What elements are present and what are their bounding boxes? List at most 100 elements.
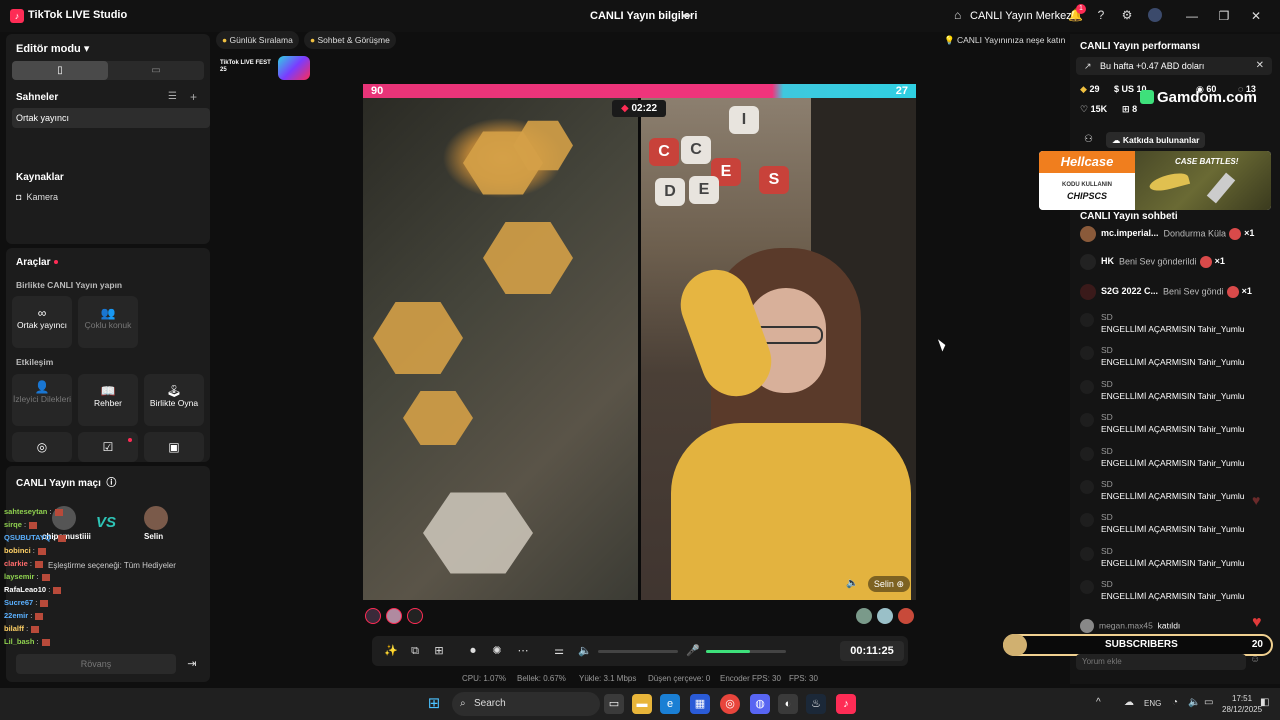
chat-username[interactable]: RafaLeao10 [4,585,46,594]
chat-username[interactable]: bobinci [4,546,31,555]
target-tool-button[interactable]: ◎ [12,432,72,462]
message-username[interactable]: SD [1101,446,1113,456]
speaker-icon[interactable]: 🔈 [846,578,860,592]
avatar[interactable] [1080,446,1094,461]
message-username[interactable]: SD [1101,579,1113,589]
language-indicator[interactable]: ENG [1144,699,1161,708]
avatar[interactable] [1080,346,1094,361]
clock-date[interactable]: 28/12/2025 [1222,705,1262,714]
supporter-avatar[interactable] [407,608,423,624]
minimize-button[interactable]: — [1182,6,1202,26]
wifi-icon[interactable]: ◔ [1172,697,1178,708]
landscape-mode-button[interactable]: ▭ [108,61,204,80]
message-username[interactable]: SD [1101,345,1113,355]
multi-guest-button[interactable]: 👥 Çoklu konuk [78,296,138,348]
box-tool-button[interactable]: ▣ [144,432,204,462]
chat-meet-pill[interactable]: ● Sohbet & Görüşme [304,31,396,49]
live-tip-pill[interactable]: 💡 CANLI Yayınınıza neşe katın [938,31,1071,49]
avatar[interactable] [1080,580,1094,595]
chat-username[interactable]: 22emir [4,611,28,620]
discord-icon[interactable]: ◍ [750,694,770,714]
steam-icon[interactable]: ♨ [806,694,826,714]
avatar[interactable] [1080,254,1096,270]
avatar[interactable] [1080,480,1094,494]
message-username[interactable]: SD [1101,512,1113,522]
source-camera[interactable]: ◘ Kamera [16,192,58,202]
avatar[interactable] [1080,313,1094,327]
chat-username[interactable]: laysemir [4,572,34,581]
volume-slider[interactable] [598,650,678,653]
settings-sliders-icon[interactable]: ⚌ [552,644,566,658]
editor-mode-dropdown[interactable]: Editör modu ▾ [16,42,89,55]
mic-level-slider[interactable] [706,650,786,653]
effects-icon[interactable]: ✺ [490,644,504,658]
gift-sender[interactable]: S2G 2022 C... [1101,286,1158,296]
windows-start-icon[interactable]: ⊞ [426,696,442,712]
daily-ranking-pill[interactable]: ● Günlük Sıralama [216,31,299,49]
supporter-avatar[interactable] [856,608,872,624]
supporter-avatar[interactable] [365,608,381,624]
edge-browser-icon[interactable]: e [660,694,680,714]
supporter-avatar[interactable] [386,608,402,624]
magic-wand-icon[interactable]: ✨ [384,644,398,658]
rematch-button[interactable]: Rövanş [16,654,176,674]
avatar[interactable] [1080,546,1094,561]
share-icon[interactable]: ➦ [682,9,694,22]
more-icon[interactable]: ⋯ [516,644,530,658]
user-add-icon[interactable]: ⚇ [1084,134,1093,145]
tray-app-icon[interactable]: ☁ [1124,697,1134,708]
avatar[interactable] [1080,284,1096,300]
avatar[interactable] [1080,226,1096,242]
portrait-mode-button[interactable]: ▯ [12,61,108,80]
message-username[interactable]: SD [1101,546,1113,556]
emoji-icon[interactable]: ☺ [1250,654,1260,665]
message-username[interactable]: SD [1101,312,1113,322]
message-username[interactable]: SD [1101,479,1113,489]
gift-sender[interactable]: HK [1101,256,1114,266]
help-icon[interactable]: ? [1094,8,1108,22]
guide-button[interactable]: 📖 Rehber [78,374,138,426]
settings-gear-icon[interactable]: ⚙ [1120,8,1134,22]
message-username[interactable]: SD [1101,379,1113,389]
add-scene-icon[interactable]: ⊞ [432,644,446,658]
chat-username[interactable]: sirqe [4,520,22,529]
taskbar-search[interactable]: ⌕ Search [452,692,600,716]
checklist-tool-button[interactable]: ☑ [78,432,138,462]
notification-icon[interactable]: ◧ [1260,697,1269,708]
supporter-avatar[interactable] [877,608,893,624]
play-together-button[interactable]: 🕹 Birlikte Oyna [144,374,204,426]
app-icon[interactable]: ◐ [778,694,798,714]
chat-username[interactable]: QSUBUTAYQ [4,533,51,542]
chevron-up-icon[interactable]: ^ [1096,697,1101,708]
add-scene-icon[interactable]: + [190,90,197,104]
guest-name-badge[interactable]: Selin ⊕ [867,576,910,592]
co-host-button[interactable]: ∞ Ortak yayıncı [12,296,72,348]
chrome-icon[interactable]: ◎ [720,694,740,714]
clock-time[interactable]: 17:51 [1232,694,1252,703]
microphone-icon[interactable]: 🎤 [686,644,700,658]
list-icon[interactable]: ☰ [168,91,177,102]
chat-username[interactable]: bilalff [4,624,24,633]
contributors-button[interactable]: ☁ Katkıda bulunanlar [1106,132,1206,148]
home-icon[interactable]: ⌂ [954,8,968,22]
close-icon[interactable]: ✕ [1256,57,1264,75]
maximize-button[interactable]: ❐ [1214,6,1234,26]
message-username[interactable]: SD [1101,412,1113,422]
battery-icon[interactable]: ▭ [1204,697,1213,708]
store-icon[interactable]: ▦ [690,694,710,714]
close-window-button[interactable]: ✕ [1246,6,1266,26]
comment-input[interactable]: Yorum ekle [1076,654,1246,670]
help-icon[interactable]: ⓘ [106,478,116,489]
record-icon[interactable]: ⏺ [466,644,480,658]
gift-sender[interactable]: mc.imperial... [1101,228,1159,238]
exit-match-icon[interactable]: ⇥ [182,654,202,674]
task-view-icon[interactable]: ▭ [604,694,624,714]
chat-username[interactable]: sahteseytan [4,507,47,516]
scene-item[interactable]: Ortak yayıncı [12,108,210,128]
speaker-icon[interactable]: 🔈 [1188,697,1200,708]
chat-username[interactable]: Lil_bash [4,637,34,646]
screen-share-icon[interactable]: ⧉ [408,644,422,658]
volume-icon[interactable]: 🔈 [578,644,592,658]
avatar[interactable] [1080,379,1094,394]
avatar[interactable] [1080,413,1094,428]
